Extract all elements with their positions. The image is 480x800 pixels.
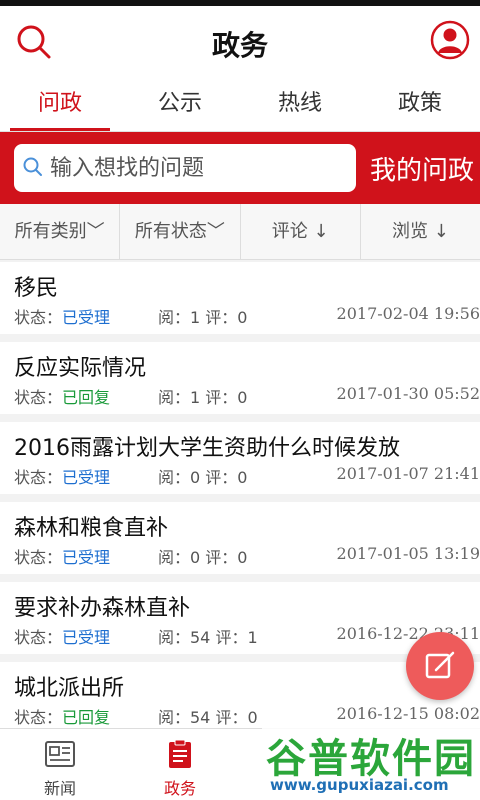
sort-views[interactable]: 浏览 ↓ <box>361 204 480 259</box>
nav-news[interactable]: 新闻 <box>0 729 120 800</box>
avatar[interactable] <box>430 20 470 60</box>
list-item[interactable]: 森林和粮食直补 状态：已受理 阅：0 评：0 2017-01-05 13:19 <box>0 502 480 574</box>
item-date: 2017-01-05 13:19 <box>336 544 480 563</box>
status-badge: 已受理 <box>62 308 111 327</box>
tab-public-notice[interactable]: 公示 <box>120 76 240 131</box>
filter-category[interactable]: 所有类别﹀ <box>0 204 121 259</box>
status-label: 状态： <box>14 468 63 487</box>
my-inquiry-button[interactable]: 我的问政 <box>370 150 474 187</box>
nav-news-label: 新闻 <box>43 779 76 798</box>
item-counts: 阅：0 评：0 <box>158 548 248 567</box>
status-label: 状态： <box>14 628 63 647</box>
app-header: 政务 <box>0 6 480 76</box>
item-status: 状态：已受理 <box>14 624 110 648</box>
status-badge: 已受理 <box>62 468 111 487</box>
search-input[interactable] <box>50 152 350 184</box>
item-date: 2017-01-07 21:41 <box>336 464 480 483</box>
tab-bar: 问政 公示 热线 政策 <box>0 76 480 132</box>
item-counts: 阅：54 评：0 <box>158 708 258 727</box>
status-label: 状态： <box>14 708 63 727</box>
search-bar: 我的问政 <box>0 132 480 204</box>
item-question: 要求补办森林直补 <box>14 596 191 621</box>
item-counts: 阅：1 评：0 <box>158 308 248 327</box>
item-status: 状态：已回复 <box>14 704 110 728</box>
status-badge: 已受理 <box>62 548 111 567</box>
filter-status[interactable]: 所有状态﹀ <box>120 204 241 259</box>
item-counts: 阅：0 评：0 <box>158 468 248 487</box>
item-question: 2016雨露计划大学生资助什么时候发放 <box>14 436 400 461</box>
item-question: 移民 <box>14 276 59 301</box>
item-status: 状态：已受理 <box>14 464 110 488</box>
status-label: 状态： <box>14 548 63 567</box>
search-box <box>14 144 356 192</box>
item-status: 状态：已回复 <box>14 384 110 408</box>
compose-button[interactable] <box>406 632 474 700</box>
status-label: 状态： <box>14 388 63 407</box>
sort-comments[interactable]: 评论 ↓ <box>241 204 361 259</box>
item-date: 2016-12-15 08:02 <box>336 704 480 723</box>
user-icon <box>430 20 470 60</box>
nav-government-label: 政务 <box>163 779 196 798</box>
status-badge: 已回复 <box>62 388 111 407</box>
list-item[interactable]: 移民 状态：已受理 阅：1 评：0 2017-02-04 19:56 <box>0 262 480 334</box>
tab-policy[interactable]: 政策 <box>360 76 480 131</box>
status-label: 状态： <box>14 308 63 327</box>
edit-icon <box>425 651 455 679</box>
watermark: 谷普软件园 www.gupuxiazai.com <box>262 722 480 800</box>
status-badge: 已受理 <box>62 628 111 647</box>
filter-bar: 所有类别﹀ 所有状态﹀ 评论 ↓ 浏览 ↓ <box>0 204 480 260</box>
item-counts: 阅：54 评：1 <box>158 628 258 647</box>
tab-inquiry[interactable]: 问政 <box>0 76 120 131</box>
tab-hotline[interactable]: 热线 <box>240 76 360 131</box>
page-title: 政务 <box>211 29 268 62</box>
item-question: 反应实际情况 <box>14 356 147 381</box>
item-date: 2017-01-30 05:52 <box>336 384 480 403</box>
item-date: 2017-02-04 19:56 <box>336 304 480 323</box>
item-question: 城北派出所 <box>14 676 125 701</box>
document-icon <box>169 739 191 768</box>
search-icon <box>23 157 42 176</box>
watermark-url: www.gupuxiazai.com <box>270 776 449 794</box>
item-status: 状态：已受理 <box>14 304 110 328</box>
list-item[interactable]: 2016雨露计划大学生资助什么时候发放 状态：已受理 阅：0 评：0 2017-… <box>0 422 480 494</box>
list-item[interactable]: 要求补办森林直补 状态：已受理 阅：54 评：1 2016-12-22 23:1… <box>0 582 480 654</box>
item-status: 状态：已受理 <box>14 544 110 568</box>
nav-government[interactable]: 政务 <box>120 729 240 800</box>
status-badge: 已回复 <box>62 708 111 727</box>
newspaper-icon <box>45 741 75 767</box>
item-counts: 阅：1 评：0 <box>158 388 248 407</box>
list-item[interactable]: 反应实际情况 状态：已回复 阅：1 评：0 2017-01-30 05:52 <box>0 342 480 414</box>
item-question: 森林和粮食直补 <box>14 516 169 541</box>
